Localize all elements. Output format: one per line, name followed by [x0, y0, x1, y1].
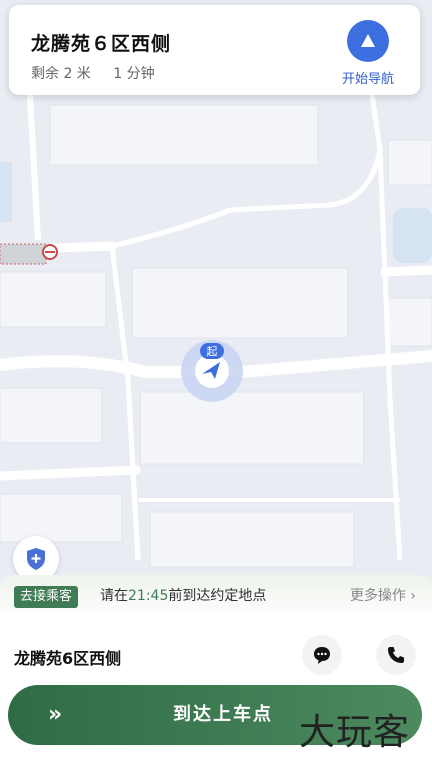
- navigation-arrow-icon: [347, 20, 389, 62]
- shield-plus-icon: [27, 548, 45, 570]
- remaining-time: 1 分钟: [113, 66, 155, 82]
- more-actions-link[interactable]: 更多操作 ›: [350, 587, 416, 605]
- pickup-address: 龙腾苑6区西侧: [14, 649, 122, 668]
- pickup-deadline: 21:45: [128, 588, 169, 604]
- destination-title: 龙腾苑６区西侧: [31, 33, 172, 55]
- message-button[interactable]: [302, 635, 342, 675]
- status-row: 去接乘客 请在21:45前到达约定地点 更多操作 ›: [0, 575, 432, 617]
- status-badge: 去接乘客: [14, 586, 79, 608]
- phone-icon: [388, 647, 404, 663]
- navigation-card: 龙腾苑６区西侧 剩余 2 米 1 分钟 开始导航: [9, 5, 420, 95]
- remaining-info: 剩余 2 米 1 分钟: [31, 63, 173, 83]
- status-text: 请在21:45前到达约定地点: [100, 587, 266, 605]
- no-entry-icon: [42, 244, 58, 260]
- status-text-before: 请在: [100, 588, 128, 604]
- remaining-distance: 剩余 2 米: [31, 66, 91, 82]
- start-navigation-button[interactable]: 开始导航: [338, 20, 398, 88]
- watermark-logo: 大玩客: [298, 712, 410, 753]
- chat-bubble-icon: [314, 647, 330, 664]
- call-button[interactable]: [376, 635, 416, 675]
- start-marker: 起: [200, 343, 224, 359]
- svg-text:起: 起: [207, 345, 218, 358]
- status-text-after: 前到达约定地点: [168, 588, 267, 604]
- start-navigation-label: 开始导航: [341, 72, 394, 87]
- order-panel: 去接乘客 请在21:45前到达约定地点 更多操作 › 龙腾苑6区西侧 » 到达上…: [0, 575, 432, 768]
